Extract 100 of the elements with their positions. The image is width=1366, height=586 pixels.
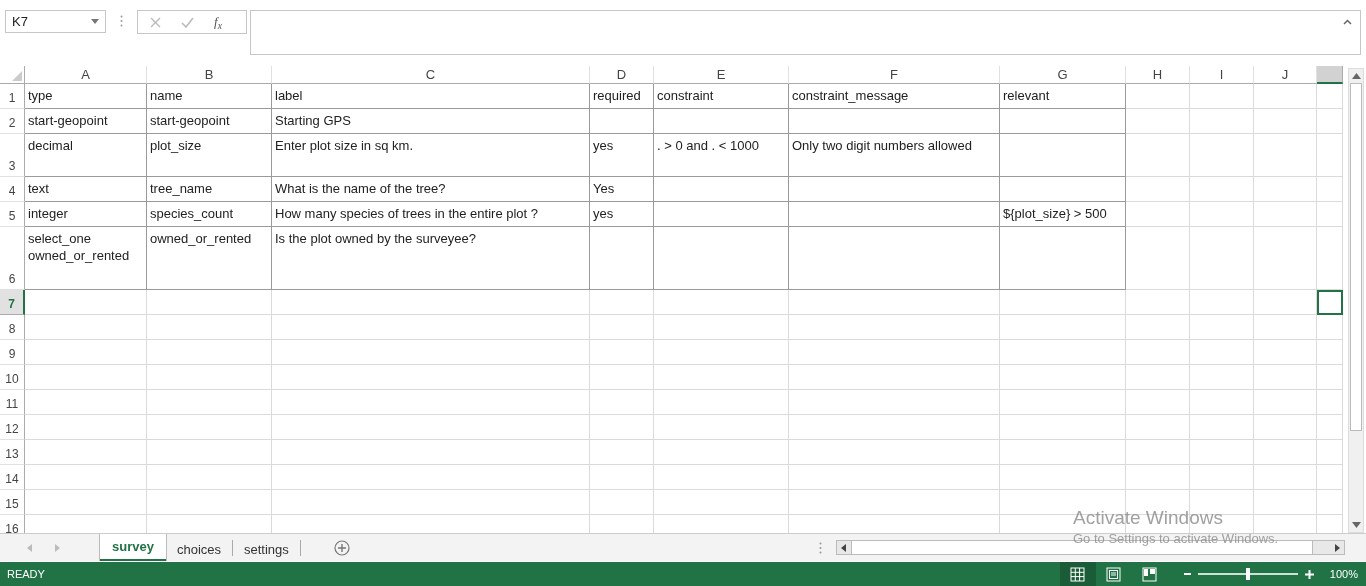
row-header[interactable]: 7 — [0, 290, 25, 315]
empty-cell — [1126, 365, 1190, 390]
table-cell: label — [272, 84, 590, 109]
empty-cell — [1126, 465, 1190, 490]
column-header[interactable]: F — [789, 66, 1000, 84]
sheet-tab[interactable]: survey — [100, 534, 166, 561]
vertical-scrollbar[interactable] — [1348, 68, 1364, 533]
empty-cell — [1190, 109, 1254, 134]
table-cell: How many species of trees in the entire plot ? — [272, 202, 590, 227]
collapse-chevron-icon[interactable] — [1343, 19, 1352, 25]
empty-cell — [1254, 315, 1317, 340]
sheet-tab[interactable]: settings — [233, 539, 301, 556]
empty-cell — [1126, 84, 1190, 109]
column-header[interactable]: B — [147, 66, 272, 84]
empty-cell — [1254, 84, 1317, 109]
row-header[interactable]: 3 — [0, 134, 25, 177]
active-cell[interactable] — [1317, 290, 1343, 315]
scroll-down-icon[interactable] — [1351, 522, 1361, 528]
name-box[interactable]: K7 — [5, 10, 106, 33]
row-header[interactable]: 9 — [0, 340, 25, 365]
row-header[interactable]: 1 — [0, 84, 25, 109]
more-options-icon[interactable] — [120, 15, 123, 27]
empty-cell — [1190, 390, 1254, 415]
empty-cell — [1254, 390, 1317, 415]
empty-cell — [1126, 177, 1190, 202]
scroll-up-icon[interactable] — [1351, 73, 1361, 79]
row-header[interactable]: 10 — [0, 365, 25, 390]
column-header[interactable]: H — [1126, 66, 1190, 84]
table-cell: What is the name of the tree? — [272, 177, 590, 202]
empty-cell — [590, 390, 654, 415]
table-cell: required — [590, 84, 654, 109]
column-header[interactable] — [1317, 66, 1343, 84]
column-header[interactable]: J — [1254, 66, 1317, 84]
row-header[interactable]: 6 — [0, 227, 25, 290]
formula-input[interactable] — [250, 10, 1361, 55]
empty-cell — [1190, 134, 1254, 177]
column-header[interactable]: C — [272, 66, 590, 84]
row-header[interactable]: 8 — [0, 315, 25, 340]
empty-cell — [590, 227, 654, 290]
table-cell: constraint_message — [789, 84, 1000, 109]
empty-cell — [1317, 415, 1343, 440]
empty-cell — [1317, 440, 1343, 465]
empty-cell — [590, 109, 654, 134]
table-cell: integer — [25, 202, 147, 227]
empty-cell — [1126, 227, 1190, 290]
column-header[interactable]: A — [25, 66, 147, 84]
empty-cell — [1317, 340, 1343, 365]
column-header[interactable]: I — [1190, 66, 1254, 84]
row-header[interactable]: 5 — [0, 202, 25, 227]
insert-function-button[interactable]: f$_{x}$ — [214, 12, 222, 32]
empty-cell — [1317, 365, 1343, 390]
zoom-in-icon[interactable] — [1304, 569, 1314, 579]
empty-cell — [590, 465, 654, 490]
empty-cell — [1190, 465, 1254, 490]
scrollbar-thumb[interactable] — [1350, 83, 1362, 431]
table-cell: ${plot_size} > 500 — [1000, 202, 1126, 227]
dropdown-caret-icon — [91, 19, 99, 24]
empty-cell — [1254, 202, 1317, 227]
activation-notice-title: Activate Windows — [1073, 507, 1224, 529]
empty-cell — [1317, 177, 1343, 202]
empty-cell — [1254, 415, 1317, 440]
add-sheet-icon[interactable] — [333, 539, 350, 556]
empty-cell — [1190, 202, 1254, 227]
row-header[interactable]: 4 — [0, 177, 25, 202]
empty-cell — [590, 315, 654, 340]
normal-view-icon[interactable] — [1059, 562, 1096, 586]
table-cell: decimal — [25, 134, 147, 177]
scroll-right-icon[interactable] — [1335, 543, 1340, 552]
empty-cell — [1317, 315, 1343, 340]
empty-cell — [1190, 290, 1254, 315]
row-header[interactable]: 14 — [0, 465, 25, 490]
table-cell: Yes — [590, 177, 654, 202]
row-header[interactable]: 11 — [0, 390, 25, 415]
empty-cell — [1190, 365, 1254, 390]
empty-cell — [1190, 440, 1254, 465]
empty-cell — [1254, 440, 1317, 465]
empty-cell — [1126, 340, 1190, 365]
table-cell: Is the plot owned by the surveyee? — [272, 227, 590, 290]
row-header[interactable]: 2 — [0, 109, 25, 134]
scroll-left-icon[interactable] — [841, 543, 846, 552]
sheet-tab[interactable]: choices — [165, 539, 233, 556]
activation-notice-text: Go to Settings to activate Windows. — [1073, 530, 1279, 548]
empty-cell — [1317, 134, 1343, 177]
check-icon[interactable] — [181, 16, 194, 28]
row-header[interactable]: 12 — [0, 415, 25, 440]
status-mode: READY — [7, 566, 45, 582]
empty-cell — [1254, 465, 1317, 490]
empty-cell — [1317, 109, 1343, 134]
row-header[interactable]: 15 — [0, 490, 25, 515]
column-header[interactable]: E — [654, 66, 789, 84]
more-options-icon[interactable] — [819, 542, 822, 554]
empty-cell — [1190, 315, 1254, 340]
zoom-level[interactable]: 100% — [1329, 565, 1358, 583]
column-header[interactable]: D — [590, 66, 654, 84]
empty-cell — [1254, 227, 1317, 290]
empty-cell — [1254, 340, 1317, 365]
zoom-slider-thumb[interactable] — [1245, 568, 1250, 580]
row-header[interactable]: 13 — [0, 440, 25, 465]
empty-cell — [1126, 134, 1190, 177]
column-header[interactable]: G — [1000, 66, 1126, 84]
